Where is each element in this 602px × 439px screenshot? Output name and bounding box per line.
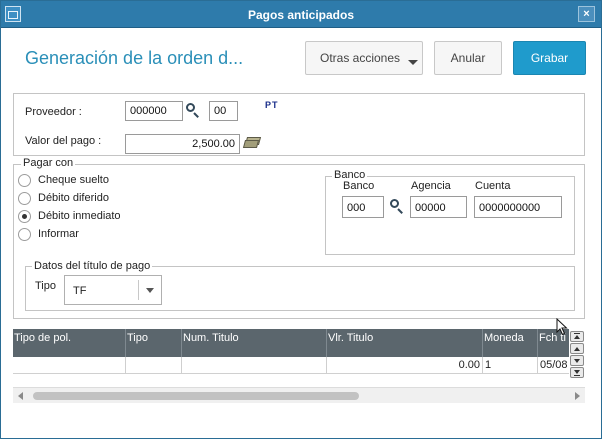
search-icon[interactable] [186,103,200,118]
table-cell [182,357,327,374]
grid-empty-area [13,374,569,387]
page-title: Generación de la orden d... [25,48,244,68]
radio-label-debito-inmediato: Débito inmediato [38,210,121,222]
grid-header: Tipo de pol. Tipo Num. Titulo Vlr. Titul… [13,329,569,357]
radio-informar[interactable] [18,228,31,241]
datos-titulo-legend: Datos del título de pago [32,260,153,272]
page-header: Generación de la orden d... Otras accion… [1,29,601,87]
table-cell: 05/08 [540,359,568,371]
dialog-window: Pagos anticipados × Generación de la ord… [0,0,602,439]
table-row[interactable]: 0.00 1 05/08 [13,357,569,374]
valor-pago-label: Valor del pago : [25,135,102,147]
last-record-icon[interactable] [570,367,584,378]
scroll-left-icon[interactable] [18,392,23,400]
column-header[interactable]: Tipo de pol. [13,329,126,357]
first-record-icon[interactable] [570,331,584,342]
pt-logo: PT [265,100,279,110]
banco-search-icon[interactable] [390,199,404,214]
radio-debito-diferido[interactable] [18,192,31,205]
proveedor-label: Proveedor : [25,106,82,118]
radio-cheque-suelto[interactable] [18,174,31,187]
proveedor-code-input[interactable]: 000000 [125,101,183,121]
grabar-button[interactable]: Grabar [513,41,586,75]
column-header[interactable]: Moneda [483,329,538,357]
agencia-label: Agencia [411,180,451,192]
banco-label: Banco [343,180,375,192]
next-record-icon[interactable] [570,355,584,366]
tipo-label: Tipo [35,280,56,292]
column-header[interactable]: Tipo [126,329,182,357]
table-cell: 0.00 [327,357,483,374]
money-icon[interactable] [242,137,262,149]
table-cell [13,357,126,374]
close-button[interactable]: × [578,6,595,22]
scroll-right-icon[interactable] [575,392,580,400]
chevron-down-icon [146,288,154,293]
radio-label-informar: Informar [38,228,79,240]
column-header[interactable]: Vlr. Titulo [327,329,483,357]
title-bar[interactable]: Pagos anticipados × [1,1,601,28]
cuenta-label: Cuenta [475,180,511,192]
pagar-con-legend: Pagar con [21,157,76,169]
anular-button[interactable]: Anular [434,41,502,75]
tipo-select[interactable]: TF [64,275,162,305]
otras-acciones-button[interactable]: Otras acciones [305,41,423,75]
proveedor-branch-input[interactable]: 00 [209,101,238,121]
radio-label-cheque-suelto: Cheque suelto [38,174,109,186]
chevron-down-icon [408,60,418,65]
banco-input[interactable]: 000 [342,196,384,218]
column-header[interactable]: Num. Titulo [182,329,327,357]
otras-acciones-label: Otras acciones [320,51,401,65]
window-title: Pagos anticipados [247,8,355,22]
table-cell: 1 [483,357,538,374]
mouse-cursor-icon [556,318,568,336]
table-cell [126,357,182,374]
valor-pago-input[interactable]: 2,500.00 [125,134,240,154]
tipo-select-value: TF [73,285,87,297]
radio-debito-inmediato[interactable] [18,210,31,223]
cuenta-input[interactable]: 0000000000 [474,196,562,218]
agencia-input[interactable]: 00000 [410,196,467,218]
radio-label-debito-diferido: Débito diferido [38,192,109,204]
horizontal-scrollbar[interactable] [13,387,585,403]
grid-nav [570,331,585,387]
scrollbar-thumb[interactable] [33,392,359,400]
previous-record-icon[interactable] [570,343,584,354]
